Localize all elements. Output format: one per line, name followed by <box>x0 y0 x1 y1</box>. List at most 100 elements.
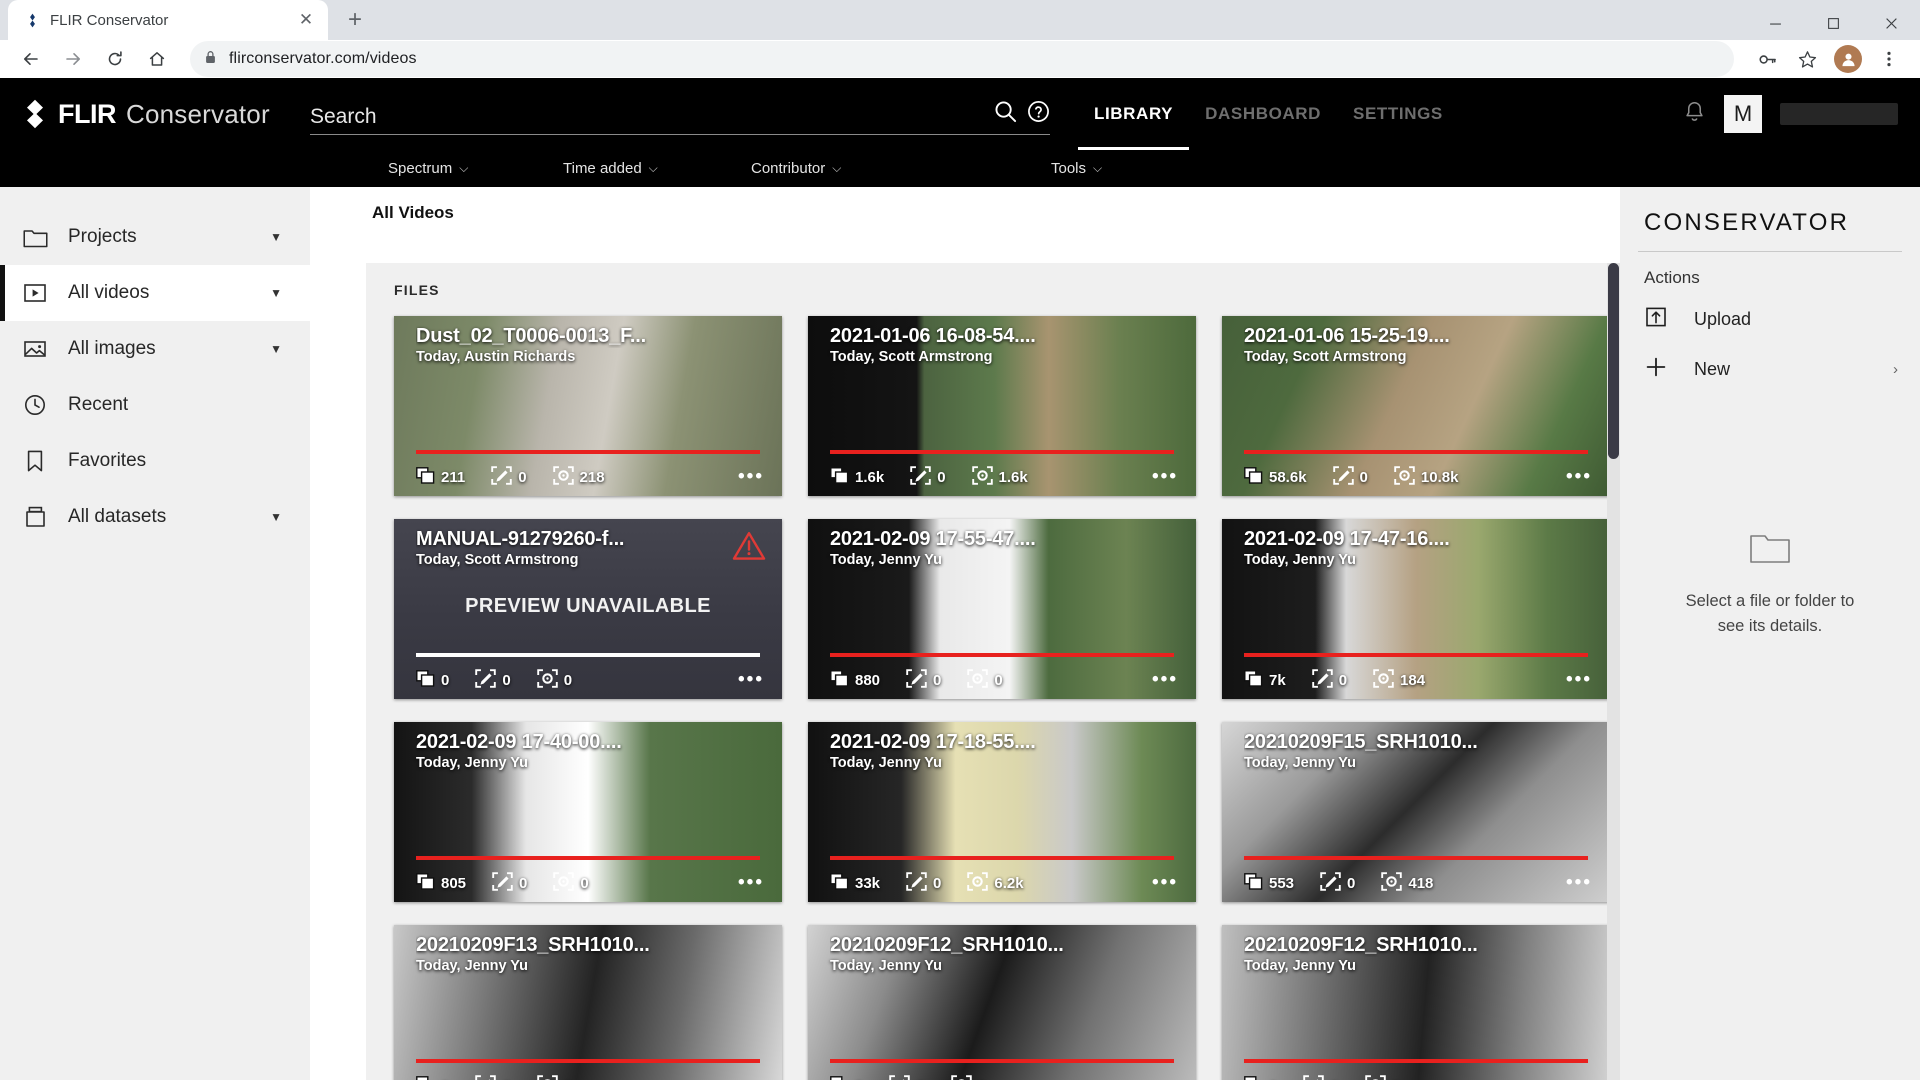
file-card[interactable]: 20210209F13_SRH1010... Today, Jenny Yu 0 0 0… <box>394 925 782 1080</box>
chevron-down-icon: ⌵ <box>832 161 842 175</box>
filter-spectrum[interactable]: Spectrum ⌵ <box>388 160 563 177</box>
nav-item-library[interactable]: LIBRARY <box>1078 78 1190 150</box>
more-options-icon[interactable]: ••• <box>1152 671 1178 689</box>
more-options-icon[interactable]: ••• <box>1566 468 1592 486</box>
chevron-down-icon[interactable]: ▼ <box>270 510 282 524</box>
help-circle-icon[interactable] <box>1027 100 1050 128</box>
annotation-pencil-icon <box>1320 871 1341 895</box>
sidebar-item-projects-label: Projects <box>68 226 137 247</box>
action-new[interactable]: New › <box>1620 344 1920 394</box>
image-icon <box>22 338 48 360</box>
home-icon[interactable] <box>138 40 176 78</box>
file-card[interactable]: 2021-01-06 16-08-54.... Today, Scott Arms… <box>808 316 1196 496</box>
notification-bell-icon[interactable] <box>1683 100 1706 129</box>
file-card[interactable]: Dust_02_T0006-0013_F... Today, Austin Ric… <box>394 316 782 496</box>
file-card-title: 2021-02-09 17-47-16.... <box>1244 528 1450 550</box>
stat-annotations-value: 0 <box>518 468 527 486</box>
file-card-title: 2021-02-09 17-55-47.... <box>830 528 1036 550</box>
nav-item-dashboard[interactable]: DASHBOARD <box>1189 78 1337 150</box>
stat-annotations: 0 <box>1303 1074 1339 1080</box>
window-close-icon[interactable] <box>1862 0 1920 46</box>
sidebar-item-all-datasets[interactable]: All datasets ▼ <box>0 489 310 545</box>
sidebar-item-all-videos[interactable]: All videos ▼ <box>0 265 310 321</box>
new-tab-button[interactable]: + <box>338 3 372 37</box>
file-card-stats: 7k 0 184 ••• <box>1222 661 1610 699</box>
file-card[interactable]: 2021-02-09 17-40-00.... Today, Jenny Yu 80… <box>394 722 782 902</box>
prediction-target-icon <box>967 668 989 692</box>
file-card-header: 20210209F15_SRH1010... Today, Jenny Yu <box>1222 722 1610 771</box>
prediction-target-icon <box>1381 871 1403 895</box>
stat-annotations-value: 0 <box>937 468 946 486</box>
filter-spectrum-label: Spectrum <box>388 160 453 177</box>
nav-item-settings[interactable]: SETTINGS <box>1337 78 1459 150</box>
plus-icon <box>1644 355 1668 384</box>
filter-tools[interactable]: Tools ⌵ <box>1051 160 1102 177</box>
more-options-icon[interactable]: ••• <box>1566 874 1592 892</box>
minimize-icon[interactable] <box>1746 0 1804 46</box>
file-card[interactable]: 2021-02-09 17-55-47.... Today, Jenny Yu 88… <box>808 519 1196 699</box>
stat-frames: 880 <box>830 669 880 691</box>
file-card[interactable]: 20210209F15_SRH1010... Today, Jenny Yu 553… <box>1222 722 1610 902</box>
file-card-header: 2021-02-09 17-47-16.... Today, Jenny Yu <box>1222 519 1610 568</box>
file-card[interactable]: 2021-02-09 17-47-16.... Today, Jenny Yu 7k… <box>1222 519 1610 699</box>
chevron-down-icon[interactable]: ▼ <box>270 342 282 356</box>
files-vertical-scrollbar-thumb[interactable] <box>1608 263 1619 459</box>
file-card[interactable]: 20210209F12_SRH1010... Today, Jenny Yu 0 0 0… <box>808 925 1196 1080</box>
file-card-subtitle: Today, Jenny Yu <box>1244 755 1357 771</box>
filter-time-added[interactable]: Time added ⌵ <box>563 160 751 177</box>
chevron-right-icon: › <box>1893 360 1898 378</box>
sidebar-item-recent[interactable]: Recent <box>0 377 310 433</box>
close-icon[interactable]: ✕ <box>294 8 318 32</box>
more-options-icon[interactable]: ••• <box>738 874 764 892</box>
left-sidebar: Projects ▼ All videos ▼ All images ▼ Rec… <box>0 187 310 1080</box>
app-logo[interactable]: FLIR Conservator <box>0 99 310 130</box>
action-upload[interactable]: Upload <box>1620 294 1920 344</box>
stat-predictions-value: 10.8k <box>1420 468 1459 486</box>
search-actions <box>993 99 1050 129</box>
file-card[interactable]: 2021-01-06 15-25-19.... Today, Scott Arms… <box>1222 316 1610 496</box>
more-options-icon[interactable]: ••• <box>1566 671 1592 689</box>
browser-tab[interactable]: FLIR Conservator ✕ <box>8 0 328 40</box>
file-card-progress-bar <box>416 1059 760 1063</box>
more-options-icon[interactable]: ••• <box>1152 874 1178 892</box>
sidebar-item-favorites[interactable]: Favorites <box>0 433 310 489</box>
details-empty-state: Select a file or folder to see its detai… <box>1620 532 1920 639</box>
upload-icon <box>1644 305 1668 334</box>
stat-predictions: 6.2k <box>967 871 1024 895</box>
file-card[interactable]: MANUAL-91279260-f... Today, Scott Armstro… <box>394 519 782 699</box>
files-vertical-scrollbar[interactable] <box>1607 263 1620 1080</box>
file-card[interactable]: 2021-02-09 17-18-55.... Today, Jenny Yu 33… <box>808 722 1196 902</box>
profile-avatar-icon[interactable] <box>1834 45 1862 73</box>
file-card-stats: 000••• <box>1222 1067 1610 1080</box>
more-options-icon[interactable]: ••• <box>738 468 764 486</box>
file-card-stats: 880 0 0 ••• <box>808 661 1196 699</box>
user-avatar[interactable]: M <box>1724 95 1762 133</box>
address-bar[interactable]: flirconservator.com/videos <box>190 41 1734 77</box>
forward-arrow-icon[interactable] <box>54 40 92 78</box>
file-card-stats: 000••• <box>394 661 782 699</box>
reload-icon[interactable] <box>96 40 134 78</box>
back-arrow-icon[interactable] <box>12 40 50 78</box>
file-card-title: 2021-02-09 17-18-55.... <box>830 731 1036 753</box>
search-icon[interactable] <box>993 99 1018 129</box>
action-new-label: New <box>1694 358 1731 379</box>
search-input[interactable] <box>310 105 993 129</box>
sidebar-item-all-images[interactable]: All images ▼ <box>0 321 310 377</box>
sidebar-item-all-videos-label: All videos <box>68 282 150 303</box>
filter-contributor[interactable]: Contributor ⌵ <box>751 160 1051 177</box>
file-card[interactable]: 20210209F12_SRH1010... Today, Jenny Yu 0 0 0… <box>1222 925 1610 1080</box>
more-options-icon[interactable]: ••• <box>738 671 764 689</box>
files-section-label: FILES <box>394 282 440 298</box>
chevron-down-icon[interactable]: ▼ <box>270 286 282 300</box>
file-card-header: 2021-01-06 15-25-19.... Today, Scott Arms… <box>1222 316 1610 365</box>
frames-stack-icon <box>830 872 849 894</box>
prediction-target-icon <box>1394 465 1415 489</box>
more-options-icon[interactable]: ••• <box>1152 468 1178 486</box>
maximize-icon[interactable] <box>1804 0 1862 46</box>
file-card-subtitle: Today, Jenny Yu <box>830 552 943 568</box>
sidebar-item-projects[interactable]: Projects ▼ <box>0 209 310 265</box>
chevron-down-icon[interactable]: ▼ <box>270 230 282 244</box>
filter-contributor-label: Contributor <box>751 160 826 177</box>
stat-annotations: 0 <box>1320 871 1355 895</box>
annotation-pencil-icon <box>889 1074 911 1080</box>
